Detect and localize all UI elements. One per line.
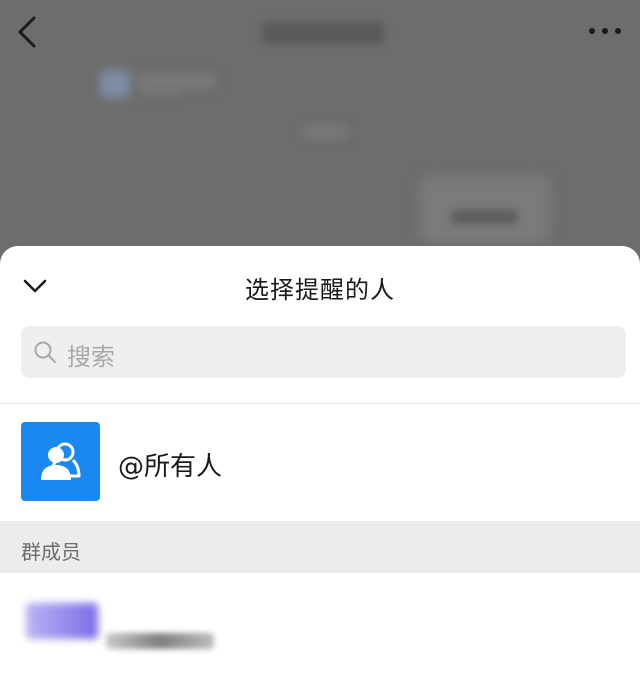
everyone-avatar [21,422,100,501]
sender-avatar [100,70,130,98]
search-input[interactable]: 搜索 [21,326,626,378]
sheet-header: 选择提醒的人 [0,246,640,328]
mention-everyone-item[interactable]: @所有人 [0,404,640,521]
member-avatar [26,603,98,639]
sender-subtitle [140,86,184,96]
mention-picker-sheet: 选择提醒的人 搜索 @所有人 群成员 [0,246,640,693]
group-icon [41,442,81,480]
message-bubble [420,176,550,242]
section-label: 群成员 [21,540,81,564]
member-name [106,633,214,649]
member-list-item[interactable] [0,573,640,693]
search-icon [34,341,56,363]
group-members-header: 群成员 [0,521,640,573]
chevron-left-icon[interactable] [14,14,42,50]
chat-screen: 选择提醒的人 搜索 @所有人 群成员 [0,0,640,693]
chat-title [262,22,384,44]
sheet-title: 选择提醒的人 [245,276,395,304]
search-placeholder: 搜索 [67,343,115,371]
everyone-label: @所有人 [118,452,223,482]
message-time [302,126,348,138]
chat-header [0,0,640,64]
more-horizontal-icon[interactable] [588,24,622,38]
message-text [452,210,518,224]
